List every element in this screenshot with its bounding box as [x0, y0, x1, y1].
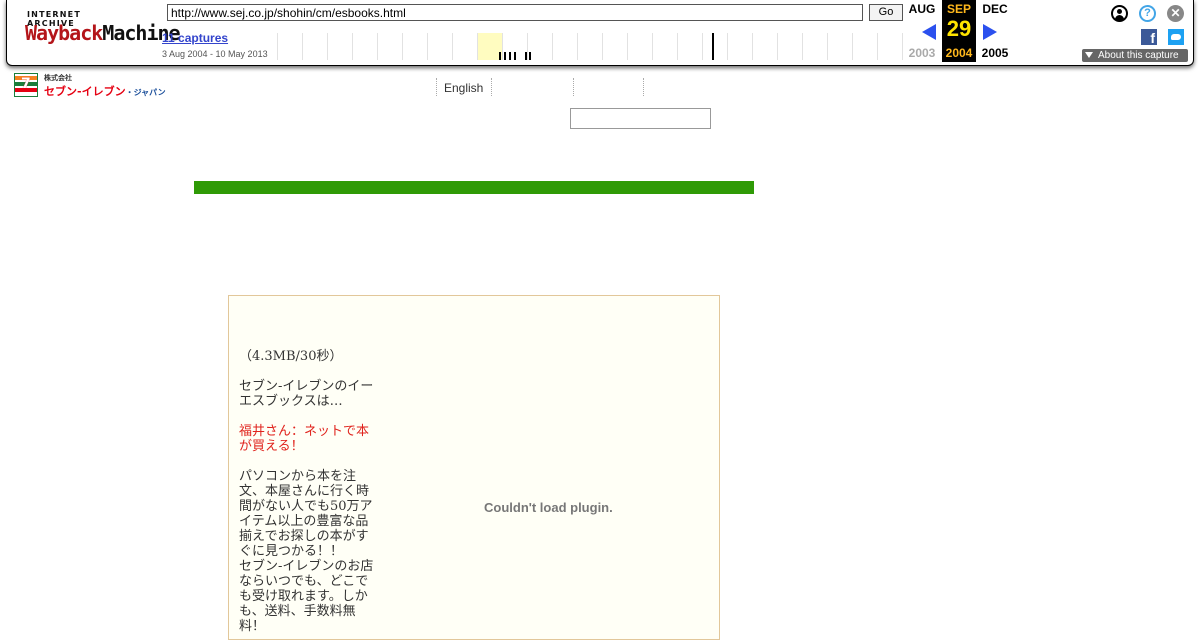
timeline-column: [477, 33, 478, 60]
go-button[interactable]: Go: [869, 4, 903, 21]
logo-company-name: セブン-イレブン・ジャパン: [44, 85, 166, 98]
timeline-column: [877, 33, 878, 60]
timeline-column: [352, 33, 353, 60]
timeline-capture-mark[interactable]: [514, 52, 516, 60]
timeline-capture-mark[interactable]: [504, 52, 506, 60]
prev-month-label[interactable]: AUG: [905, 2, 939, 16]
timeline-column: [502, 33, 503, 60]
timeline-capture-mark[interactable]: [529, 52, 531, 60]
facebook-share-icon[interactable]: f: [1141, 29, 1157, 46]
timeline-capture-mark[interactable]: [525, 52, 527, 60]
esbooks-description: （4.3MB/30秒） セブン-イレブンのイーエスブックスは… 福井さん：ネット…: [239, 349, 379, 634]
timeline-column: [302, 33, 303, 60]
captures-link[interactable]: 11 captures: [162, 31, 228, 45]
wayback-url-input[interactable]: http://www.sej.co.jp/shohin/cm/esbooks.h…: [167, 4, 863, 21]
nav-english-link[interactable]: English: [444, 81, 483, 95]
next-year-label: 2005: [981, 46, 1009, 60]
timeline-column: [427, 33, 428, 60]
timeline-column: [702, 33, 703, 60]
next-month-label[interactable]: DEC: [978, 2, 1012, 16]
timeline-column: [652, 33, 653, 60]
next-capture-arrow-icon[interactable]: [983, 24, 997, 40]
wayback-logo-main: WaybackMachine: [25, 21, 181, 45]
plugin-error-message: Couldn't load plugin.: [484, 500, 613, 515]
current-month: SEP: [946, 2, 971, 16]
nav-divider: [491, 78, 492, 96]
body-text-1: パソコンから本を注文、本屋さんに行く時間がない人でも50万アイテム以上の豊富な品…: [239, 469, 373, 559]
timeline-current-marker: [712, 33, 714, 60]
logo-company-label: 株式会社: [44, 74, 72, 82]
timeline-column: [902, 33, 903, 60]
video-size-note: （4.3MB/30秒）: [239, 349, 343, 364]
nav-divider: [436, 78, 437, 96]
timeline-capture-mark[interactable]: [499, 52, 501, 60]
close-icon[interactable]: ✕: [1167, 5, 1184, 22]
timeline-column: [527, 33, 528, 60]
wayback-logo[interactable]: INTERNET ARCHIVE WaybackMachine: [25, 6, 181, 50]
intro-text: セブン-イレブンのイーエスブックスは…: [239, 379, 374, 409]
user-account-icon[interactable]: [1111, 5, 1128, 22]
timeline-column: [452, 33, 453, 60]
body-text-2: セブン-イレブンのお店ならいつでも、どこでも受け取れます。しかも、送料、手数料無…: [239, 559, 374, 634]
wayback-toolbar: INTERNET ARCHIVE WaybackMachine http://w…: [6, 0, 1194, 66]
help-icon[interactable]: ?: [1139, 5, 1156, 22]
timeline-column: [552, 33, 553, 60]
timeline-capture-mark[interactable]: [509, 52, 511, 60]
search-input[interactable]: [570, 108, 711, 129]
timeline-column: [827, 33, 828, 60]
timeline-column: [852, 33, 853, 60]
twitter-share-icon[interactable]: [1168, 29, 1184, 45]
fukui-link[interactable]: 福井さん：ネットで本が買える！: [239, 424, 379, 454]
timeline-column: [327, 33, 328, 60]
capture-timeline[interactable]: [277, 33, 903, 60]
capture-date-range: 3 Aug 2004 - 10 May 2013: [162, 49, 268, 59]
nav-divider: [643, 78, 644, 96]
timeline-column: [677, 33, 678, 60]
about-this-capture-button[interactable]: About this capture: [1082, 49, 1188, 62]
prev-year-label: 2003: [908, 46, 936, 60]
timeline-column: [577, 33, 578, 60]
current-year: 2004: [945, 46, 973, 60]
timeline-column: [377, 33, 378, 60]
nav-divider: [573, 78, 574, 96]
seven-eleven-mark-icon: 7: [14, 73, 38, 97]
timeline-column: [802, 33, 803, 60]
timeline-column: [402, 33, 403, 60]
green-header-bar: [194, 181, 754, 194]
timeline-column: [277, 33, 278, 60]
timeline-column: [727, 33, 728, 60]
timeline-column: [627, 33, 628, 60]
timeline-column: [777, 33, 778, 60]
esbooks-content-box: （4.3MB/30秒） セブン-イレブンのイーエスブックスは… 福井さん：ネット…: [228, 295, 720, 640]
chevron-down-icon: [1085, 52, 1093, 58]
seven-eleven-logo[interactable]: 7 株式会社 セブン-イレブン・ジャパン: [14, 73, 166, 99]
current-day: 29: [946, 16, 972, 41]
timeline-column: [752, 33, 753, 60]
current-capture-date: SEP 29 2004: [942, 0, 976, 62]
timeline-column: [602, 33, 603, 60]
prev-capture-arrow-icon[interactable]: [922, 24, 936, 40]
